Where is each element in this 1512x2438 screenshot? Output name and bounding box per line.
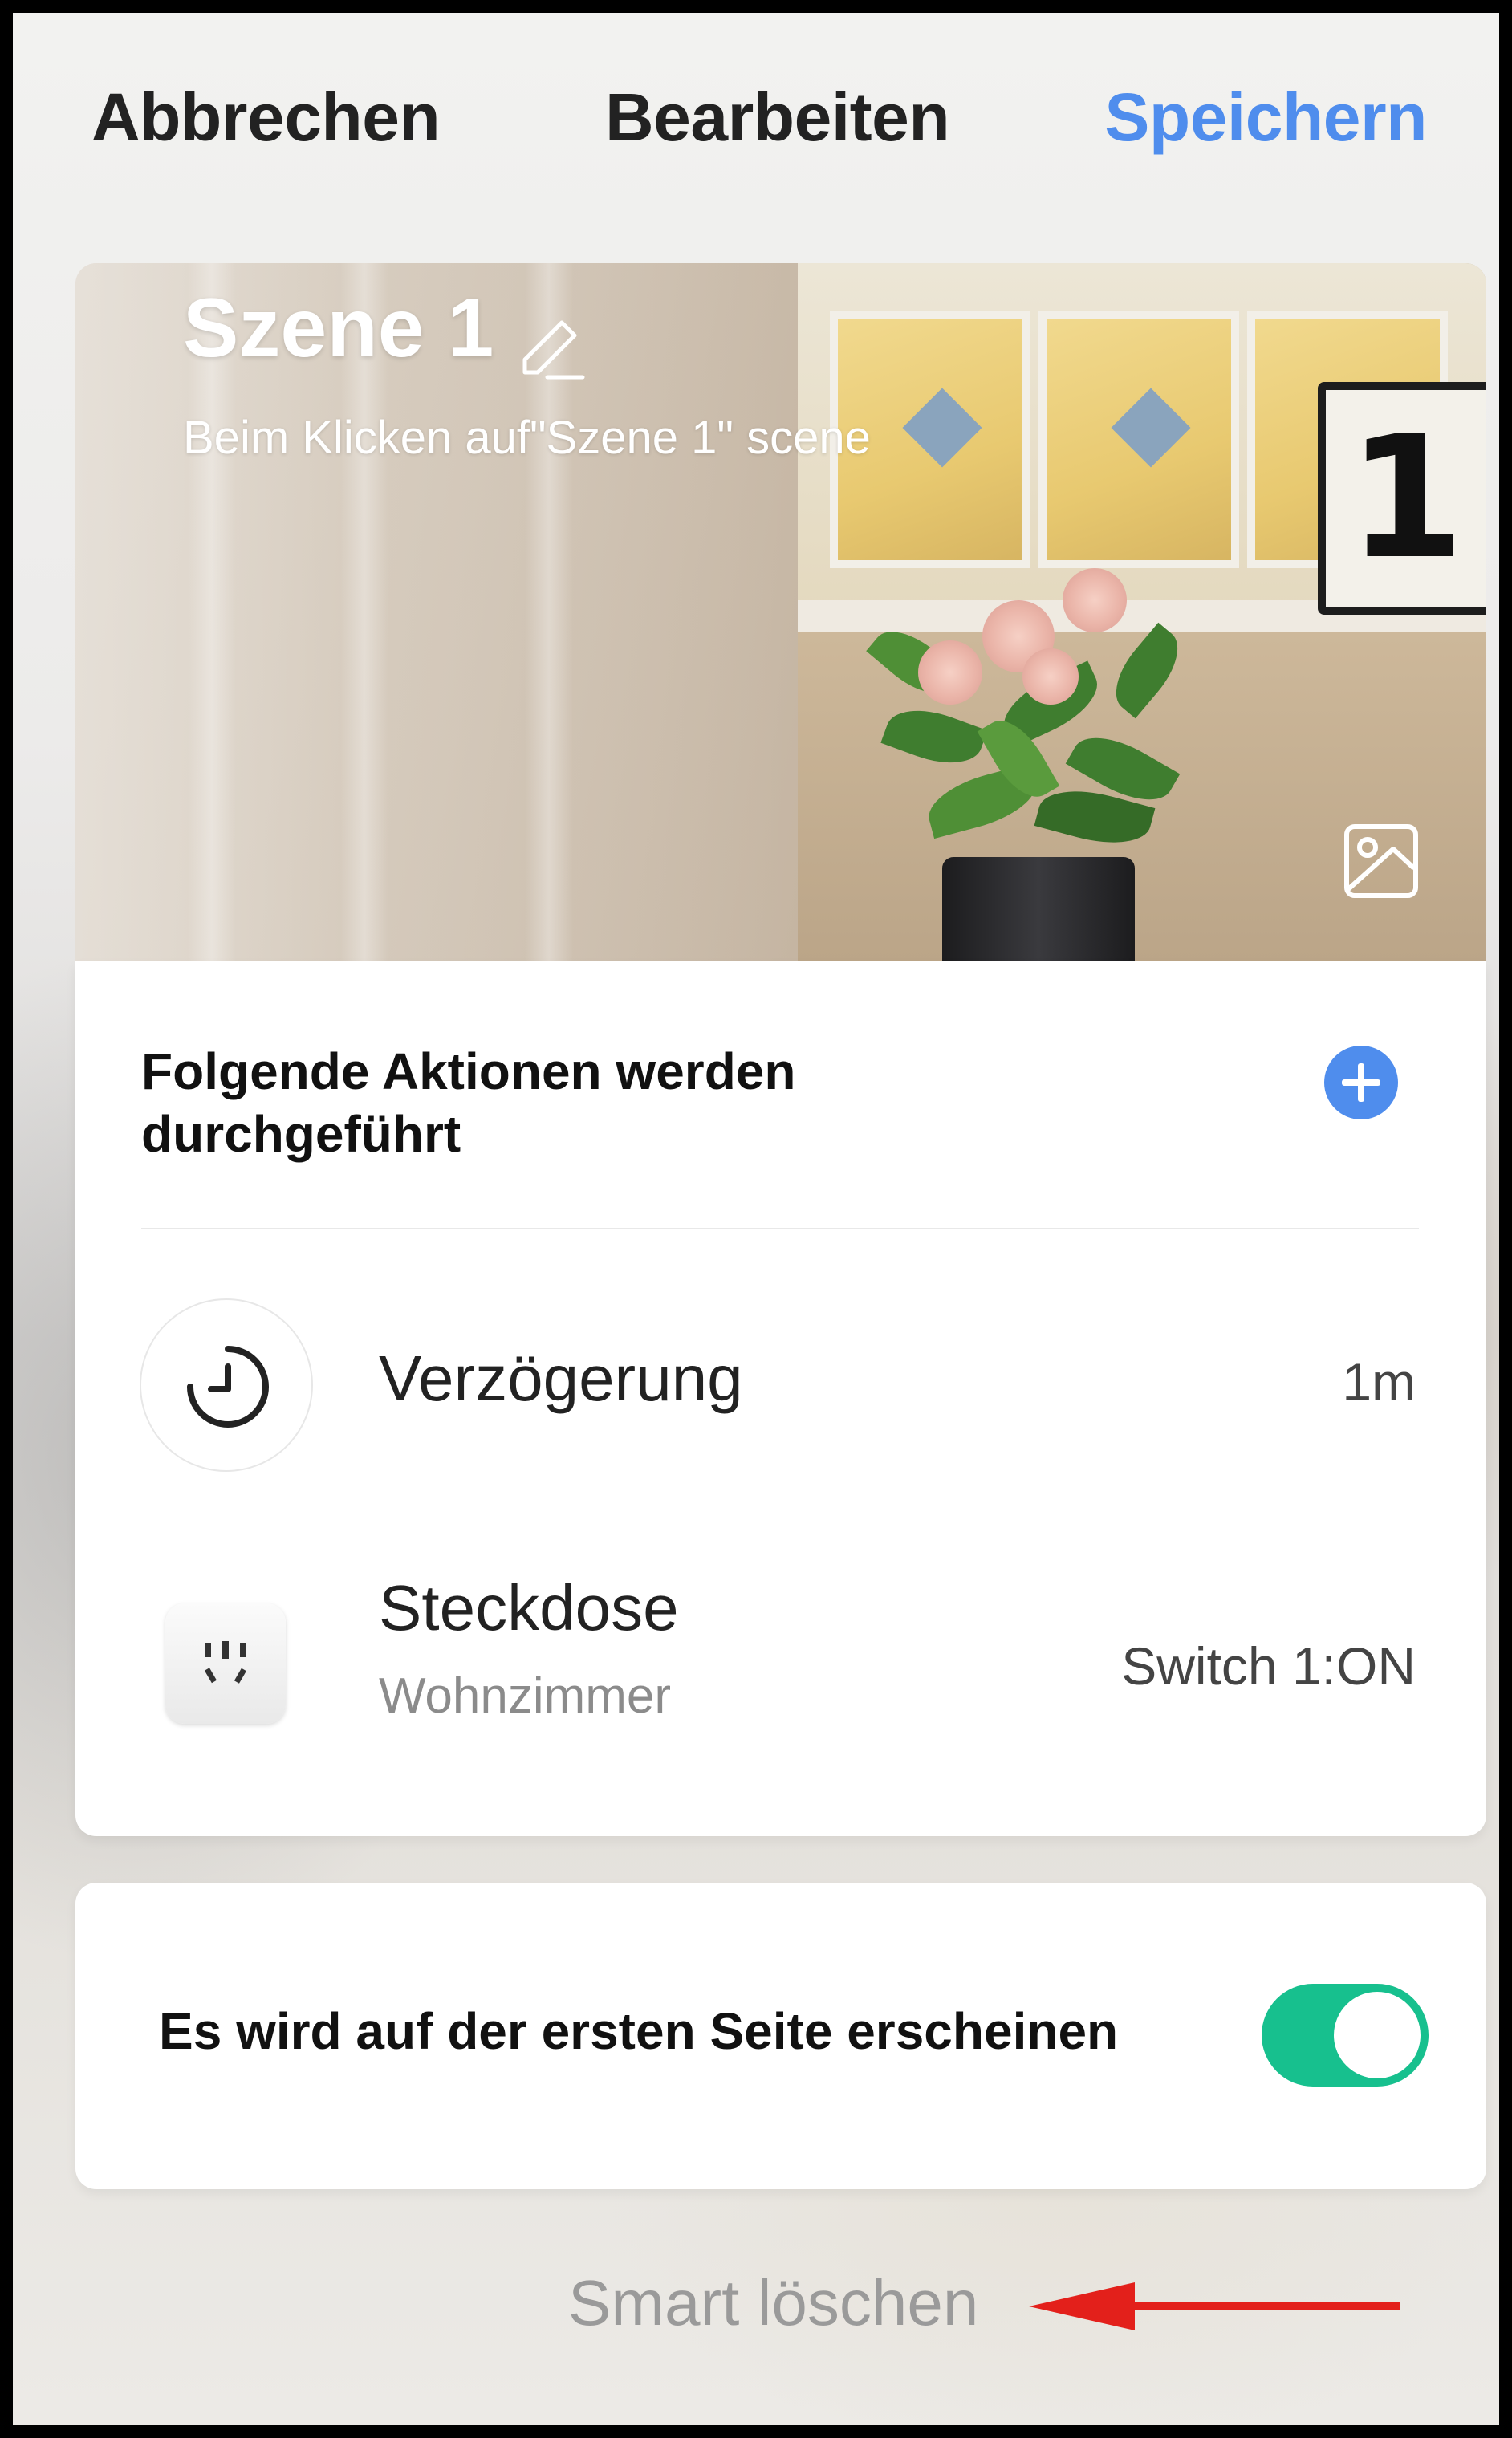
- action-row-socket[interactable]: Steckdose Wohnzimmer Switch 1:ON: [75, 1523, 1486, 1788]
- actions-section-title: Folgende Aktionen werden durchgeführt: [141, 1042, 796, 1163]
- scene-name[interactable]: Szene 1: [183, 281, 494, 376]
- number-sign: 1: [1318, 382, 1486, 615]
- image-icon[interactable]: [1337, 817, 1425, 905]
- toggle-knob: [1334, 1992, 1421, 2078]
- actions-card: Folgende Aktionen werden durchgeführt Ve…: [75, 961, 1486, 1836]
- action-row-delay[interactable]: Verzögerung 1m: [75, 1290, 1486, 1483]
- scene-description: Beim Klicken auf"Szene 1" scene: [183, 412, 871, 464]
- plus-circle-icon[interactable]: [1324, 1046, 1398, 1119]
- action-value: 1m: [1342, 1352, 1416, 1412]
- delay-icon-container: [140, 1298, 313, 1472]
- cancel-button[interactable]: Abbrechen: [91, 79, 441, 156]
- home-display-card: Es wird auf der ersten Seite erscheinen: [75, 1883, 1486, 2189]
- power-socket-icon: [165, 1603, 286, 1724]
- app-screen: Abbrechen Bearbeiten Speichern 1 Szene 1…: [0, 0, 1512, 2438]
- pencil-icon[interactable]: [509, 310, 589, 390]
- scene-cover-image: 1 Szene 1 Beim Klicken auf"Szene 1" scen…: [75, 263, 1486, 961]
- action-label: Steckdose: [379, 1572, 679, 1644]
- clock-icon: [187, 1346, 269, 1428]
- delete-scene-button[interactable]: Smart löschen: [568, 2266, 978, 2340]
- divider: [141, 1228, 1419, 1229]
- action-value: Switch 1:ON: [1121, 1636, 1416, 1696]
- action-label: Verzögerung: [379, 1343, 743, 1414]
- page-title: Bearbeiten: [605, 79, 950, 155]
- action-room: Wohnzimmer: [379, 1668, 672, 1724]
- red-arrow-annotation: [1029, 2282, 1400, 2330]
- save-button[interactable]: Speichern: [1104, 79, 1427, 156]
- home-display-toggle[interactable]: [1262, 1984, 1429, 2087]
- home-display-label: Es wird auf der ersten Seite erscheinen: [159, 2002, 1119, 2060]
